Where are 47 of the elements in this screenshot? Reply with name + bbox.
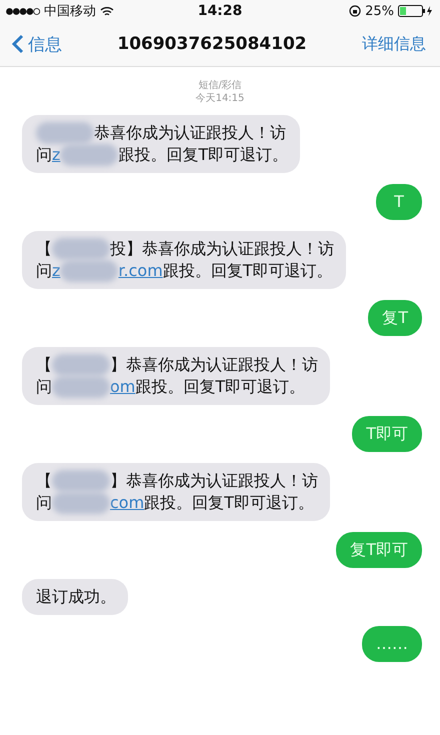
message-text: 恭喜你成为认证跟投人！访 [94,122,286,144]
status-time: 14:28 [198,3,242,19]
signal-icon [6,8,40,14]
message-text: 【 [36,354,52,376]
message-service-label: 短信/彩信 [198,79,242,92]
message-link[interactable]: om [110,376,136,398]
message-text: 投】恭喜你成为认证跟投人！访 [110,238,334,260]
redaction-blur [60,260,118,282]
message-link[interactable]: com [110,492,144,514]
message-text: 跟投。回复T即可退订。 [135,376,306,398]
message-text: 跟投。回复T即可退订。 [118,144,288,166]
carrier-name: 中国移动 [44,3,96,20]
redaction-blur [60,144,118,166]
contact-number: 1069037625084102 [117,34,307,54]
redaction-blur [52,376,110,398]
message-timestamp: 今天14:15 [196,92,244,105]
message-text: 问 [36,376,52,398]
outgoing-message-bubble: 复T [368,300,422,336]
battery-charging-icon [398,5,434,17]
outgoing-message-bubble: 复T即可 [336,532,422,568]
message-text: 跟投。回复T即可退订。 [162,260,333,282]
message-text: 问 [36,144,52,166]
message-text: 退订成功。 [36,586,116,608]
message-text: 】恭喜你成为认证跟投人！访 [110,354,318,376]
redaction-blur [52,492,110,514]
message-text: 】恭喜你成为认证跟投人！访 [110,470,318,492]
message-text: 问 [36,260,52,282]
message-text: 【 [36,470,52,492]
details-button[interactable]: 详细信息 [362,34,426,54]
rotation-lock-icon [349,5,362,17]
message-link[interactable]: z [52,144,60,166]
message-text: 【 [36,238,52,260]
redaction-blur [36,122,94,144]
message-text: 问 [36,492,52,514]
outgoing-message-bubble: T即可 [352,416,422,452]
redaction-blur [52,354,110,376]
redaction-blur [52,238,110,260]
outgoing-message-bubble: …… [362,626,422,662]
back-button[interactable]: 信息 [12,32,62,56]
message-link[interactable]: r.com [118,260,163,282]
message-text: 跟投。回复T即可退订。 [144,492,314,514]
wifi-icon [100,6,114,16]
redaction-blur [52,470,110,492]
outgoing-message-bubble: T [376,184,422,220]
chevron-left-icon [12,34,24,54]
message-link[interactable]: z [52,260,60,282]
battery-percent: 25% [365,4,394,18]
